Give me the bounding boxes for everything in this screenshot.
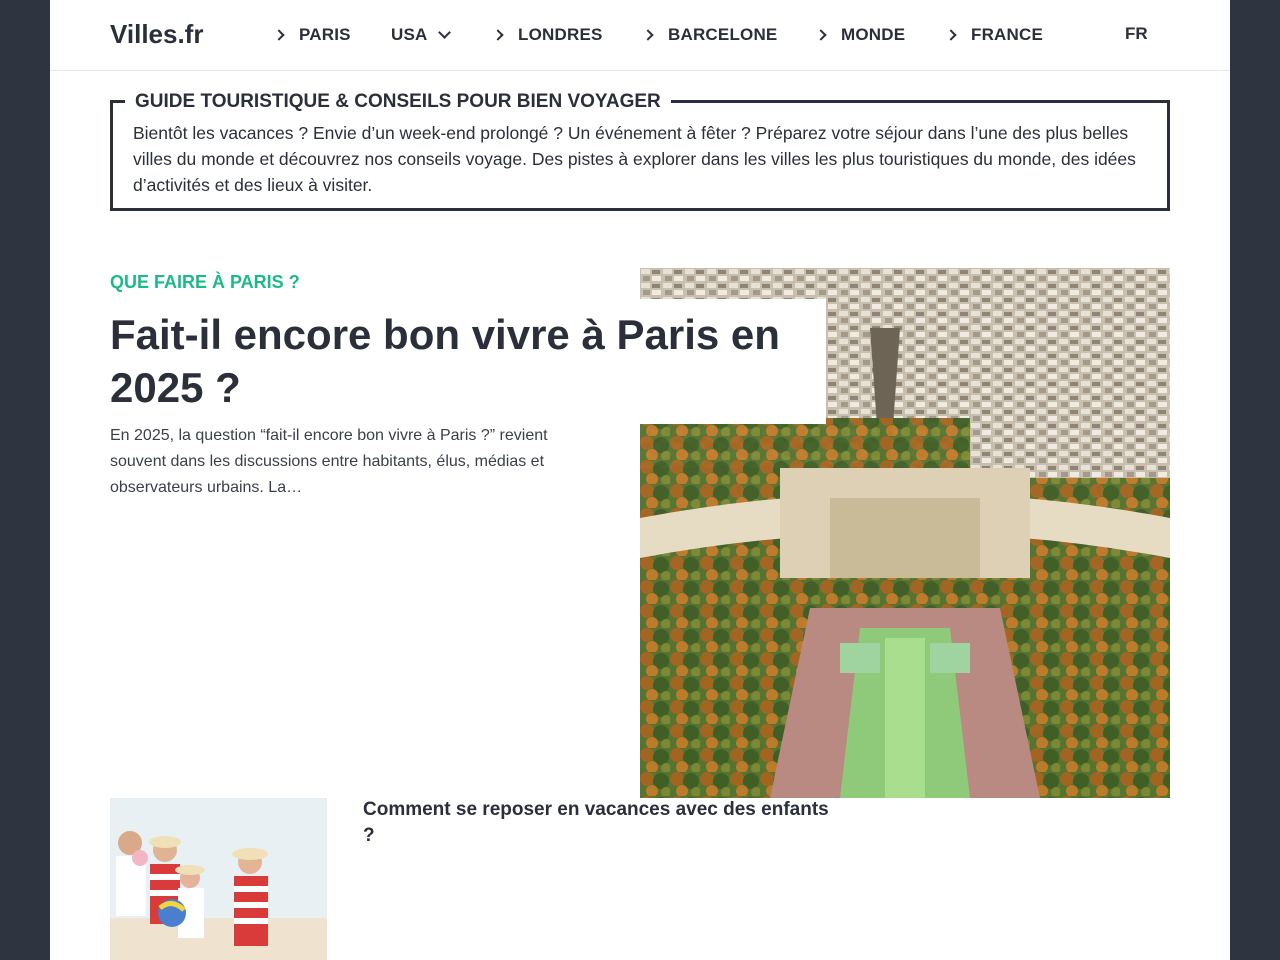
family-beach-photo xyxy=(110,798,327,960)
article-title[interactable]: Comment se reposer en vacances avec des … xyxy=(363,797,843,849)
nav-item-paris[interactable]: PARIS xyxy=(273,24,351,46)
guide-box: GUIDE TOURISTIQUE & CONSEILS POUR BIEN V… xyxy=(110,91,1170,211)
nav-label: LONDRES xyxy=(518,25,603,44)
chevron-right-icon xyxy=(492,29,504,41)
nav-label: BARCELONE xyxy=(668,25,778,44)
site-logo[interactable]: Villes.fr xyxy=(110,19,203,50)
featured-title[interactable]: Fait-il encore bon vivre à Paris en 2025… xyxy=(110,308,810,414)
chevron-right-icon xyxy=(945,29,957,41)
nav-item-france[interactable]: FRANCE xyxy=(945,24,1044,46)
site-header: Villes.fr PARIS USA LONDRES BARCELONE MO… xyxy=(50,0,1230,71)
chevron-right-icon xyxy=(642,29,654,41)
nav-label: MONDE xyxy=(841,25,906,44)
nav-item-usa[interactable]: USA xyxy=(391,24,451,46)
language-switcher[interactable]: FR xyxy=(1125,24,1148,44)
article-thumbnail[interactable] xyxy=(110,798,327,960)
featured-excerpt: En 2025, la question “fait-il encore bon… xyxy=(110,427,548,496)
category-link[interactable]: QUE FAIRE À PARIS ? xyxy=(110,272,300,293)
nav-item-barcelone[interactable]: BARCELONE xyxy=(642,24,778,46)
nav-item-londres[interactable]: LONDRES xyxy=(492,24,603,46)
nav-label: PARIS xyxy=(299,25,351,44)
page: Villes.fr PARIS USA LONDRES BARCELONE MO… xyxy=(50,0,1230,960)
guide-title: GUIDE TOURISTIQUE & CONSEILS POUR BIEN V… xyxy=(125,91,671,113)
chevron-down-icon xyxy=(437,26,451,39)
chevron-right-icon xyxy=(273,29,285,41)
nav-label: FRANCE xyxy=(971,25,1044,44)
guide-text: Bientôt les vacances ? Envie d’un week-e… xyxy=(133,123,1136,195)
nav-label: USA xyxy=(391,25,428,44)
chevron-right-icon xyxy=(815,29,827,41)
nav-item-monde[interactable]: MONDE xyxy=(815,24,906,46)
